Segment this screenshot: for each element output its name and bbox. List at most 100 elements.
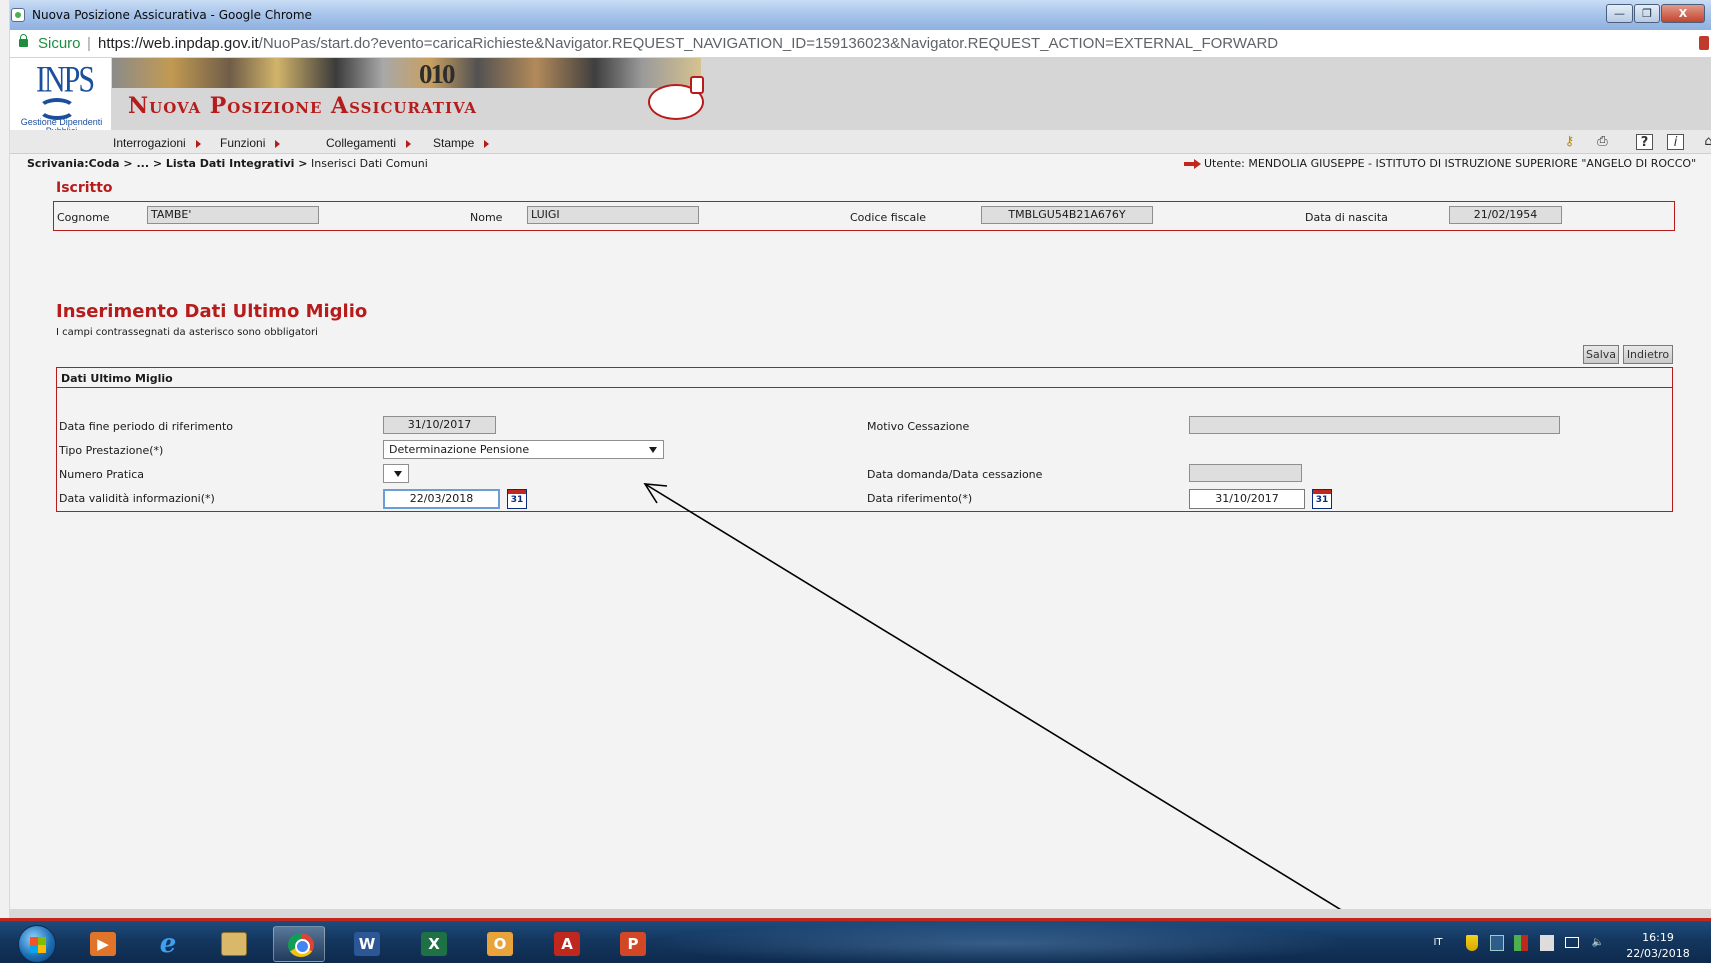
key-icon[interactable]: ⚷ — [1561, 134, 1578, 150]
home-icon[interactable]: ⌂ — [1700, 134, 1711, 150]
banner-photo-text: 010 — [419, 59, 455, 89]
taskbar-excel[interactable]: X — [407, 926, 459, 962]
panel-header-text: Dati Ultimo Miglio — [61, 372, 173, 385]
taskbar-outlook[interactable]: O — [473, 926, 525, 962]
back-button[interactable]: Indietro — [1623, 345, 1673, 364]
app-banner: INPS 010 Nuova Posizione Assicurativa Ge… — [10, 58, 1711, 136]
arrow-right-icon — [1184, 159, 1202, 169]
menu-label: Collegamenti — [326, 136, 397, 150]
close-button[interactable]: X — [1661, 4, 1705, 23]
outlook-icon: O — [487, 932, 513, 956]
data-validita-input[interactable]: 22/03/2018 — [383, 489, 500, 509]
submenu-arrow-icon — [484, 139, 490, 148]
data-fine-label: Data fine periodo di riferimento — [59, 420, 234, 433]
save-button[interactable]: Salva — [1583, 345, 1619, 364]
network-icon[interactable] — [1490, 935, 1504, 951]
taskbar-powerpoint[interactable]: P — [606, 926, 658, 962]
cognome-label: Cognome — [57, 211, 110, 224]
taskbar-file-explorer[interactable] — [207, 926, 259, 962]
annotation-arrow-line — [644, 483, 1429, 963]
user-text: Utente: MENDOLIA GIUSEPPE - ISTITUTO DI … — [1204, 157, 1697, 170]
flags-icon[interactable] — [1514, 935, 1528, 951]
lock-icon — [19, 34, 28, 47]
url-path: /NuoPas/start.do?evento=caricaRichieste&… — [258, 35, 1279, 52]
calendar-icon[interactable]: 31 — [1312, 489, 1332, 509]
folder-icon — [221, 932, 247, 956]
breadcrumb-current: Inserisci Dati Comuni — [307, 157, 428, 170]
page-bottom-band — [10, 909, 1711, 918]
menu-bar: Interrogazioni Funzioni Collegamenti Sta… — [10, 130, 1711, 154]
submenu-arrow-icon — [275, 139, 281, 148]
taskbar-acrobat[interactable]: A — [540, 926, 592, 962]
breadcrumb: Scrivania:Coda > ... > Lista Dati Integr… — [27, 157, 428, 170]
data-domanda-field — [1189, 464, 1302, 482]
numero-pratica-select[interactable] — [383, 464, 409, 483]
shield-icon[interactable] — [1466, 935, 1478, 951]
action-center-icon[interactable] — [1540, 935, 1554, 951]
nome-label: Nome — [470, 211, 503, 224]
clock-date: 22/03/2018 — [1626, 947, 1690, 960]
help-icon[interactable]: ? — [1636, 134, 1653, 150]
taskbar-word[interactable]: W — [340, 926, 392, 962]
address-bar[interactable]: Sicuro | https://web.inpdap.gov.it/NuoPa… — [10, 30, 1711, 58]
menu-label: Funzioni — [220, 136, 266, 150]
minimize-button[interactable]: — — [1606, 4, 1633, 23]
iscritto-panel: Cognome TAMBE' Nome LUIGI Codice fiscale… — [53, 201, 1675, 231]
data-domanda-label: Data domanda/Data cessazione — [867, 468, 1043, 481]
page-title: Inserimento Dati Ultimo Miglio — [56, 301, 368, 322]
chevron-down-icon — [394, 471, 402, 477]
data-riferimento-input[interactable]: 31/10/2017 — [1189, 489, 1305, 509]
taskbar-internet-explorer[interactable]: e — [141, 926, 193, 962]
extension-icon[interactable] — [1699, 36, 1709, 50]
page-subtitle: I campi contrassegnati da asterisco sono… — [56, 327, 318, 338]
clock[interactable]: 16:19 22/03/2018 — [1622, 930, 1694, 962]
tipo-prestazione-select[interactable]: Determinazione Pensione — [383, 440, 664, 459]
submenu-arrow-icon — [406, 139, 412, 148]
tipo-prestazione-label: Tipo Prestazione(*) — [59, 444, 164, 457]
menu-label: Interrogazioni — [113, 136, 186, 150]
motivo-cessazione-label: Motivo Cessazione — [867, 420, 970, 433]
banner-photo-strip: 010 — [112, 58, 701, 89]
data-validita-label: Data validità informazioni(*) — [59, 492, 215, 505]
start-button[interactable] — [18, 925, 56, 963]
internet-explorer-icon: e — [159, 929, 177, 959]
word-icon: W — [354, 932, 380, 956]
data-nascita-field: 21/02/1954 — [1449, 206, 1562, 224]
screen: Nuova Posizione Assicurativa - Google Ch… — [0, 0, 1711, 963]
acrobat-icon: A — [554, 932, 580, 956]
breadcrumb-path[interactable]: Scrivania:Coda > ... > Lista Dati Integr… — [27, 157, 308, 170]
data-fine-field: 31/10/2017 — [383, 416, 496, 434]
panel-header: Dati Ultimo Miglio — [57, 368, 1672, 388]
info-icon[interactable]: i — [1667, 134, 1684, 150]
url-text[interactable]: https://web.inpdap.gov.it/NuoPas/start.d… — [98, 35, 1278, 52]
address-separator: | — [87, 35, 91, 52]
numero-pratica-label: Numero Pratica — [59, 468, 145, 481]
excel-icon: X — [421, 932, 447, 956]
display-icon[interactable] — [1565, 937, 1579, 948]
taskbar-glow — [650, 921, 1350, 963]
menu-collegamenti[interactable]: Collegamenti — [326, 136, 412, 150]
clock-time: 16:19 — [1642, 931, 1674, 944]
language-indicator[interactable]: IT — [1430, 935, 1446, 951]
url-origin: https://web.inpdap.gov.it — [98, 35, 259, 52]
chrome-icon — [288, 933, 314, 957]
volume-icon[interactable]: 🔈 — [1590, 935, 1606, 951]
menu-label: Stampe — [433, 136, 475, 150]
chevron-down-icon — [649, 447, 657, 453]
menu-stampe[interactable]: Stampe — [433, 136, 490, 150]
printer-icon[interactable]: ⎙ — [1594, 134, 1611, 150]
maximize-button[interactable]: ❐ — [1634, 4, 1660, 23]
window-left-edge — [0, 0, 10, 963]
taskbar-media-player[interactable]: ▶ — [76, 926, 128, 962]
taskbar: ▶ e W X O A P IT 🔈 16:19 22/03/2018 — [0, 918, 1711, 963]
motivo-cessazione-field — [1189, 416, 1560, 434]
window-title: Nuova Posizione Assicurativa - Google Ch… — [32, 8, 312, 22]
menu-funzioni[interactable]: Funzioni — [220, 136, 281, 150]
menu-interrogazioni[interactable]: Interrogazioni — [113, 136, 201, 150]
calendar-icon[interactable]: 31 — [507, 489, 527, 509]
taskbar-chrome[interactable] — [273, 926, 325, 962]
calendar-glyph: 31 — [1315, 495, 1329, 505]
media-player-icon: ▶ — [90, 932, 116, 956]
submenu-arrow-icon — [195, 139, 201, 148]
app-title: Nuova Posizione Assicurativa — [128, 93, 478, 119]
